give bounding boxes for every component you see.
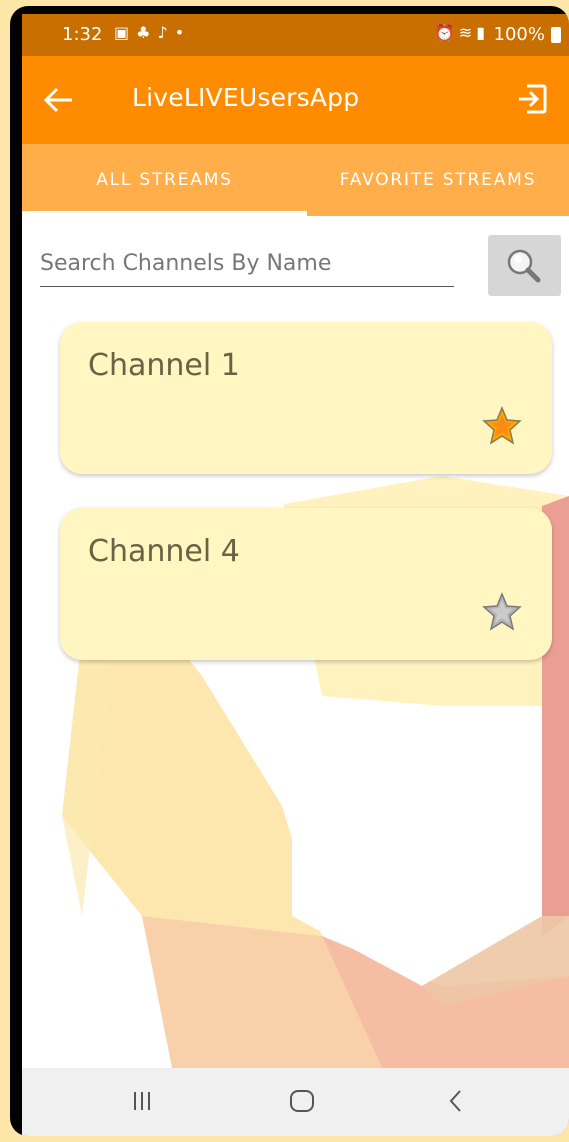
recents-button[interactable] [130, 1088, 154, 1118]
channel-card[interactable]: Channel 4 [60, 508, 552, 660]
search-button[interactable] [488, 235, 561, 296]
recents-icon [134, 1092, 150, 1110]
music-icon: ♪ [157, 23, 175, 42]
app-title: LiveLIVEUsersApp [132, 83, 360, 112]
image-icon: ▣ [114, 23, 137, 42]
tab-favorite-streams[interactable]: FAVORITE STREAMS [307, 144, 569, 216]
status-time: 1:32 [62, 24, 103, 45]
channel-card[interactable]: Channel 1 [60, 322, 552, 474]
stream-tabs: ALL STREAMS FAVORITE STREAMS [22, 144, 569, 216]
home-icon [290, 1090, 314, 1112]
app-bar: LiveLIVEUsersApp [22, 56, 569, 144]
status-right-icons: ⏰≋▮ [435, 23, 489, 42]
logout-icon [519, 84, 547, 114]
dot-icon: • [174, 23, 192, 42]
tab-all-streams[interactable]: ALL STREAMS [22, 144, 307, 216]
notification-icon: ♣ [136, 23, 158, 42]
status-bar: 1:32 ▣♣♪• ⏰≋▮ 100% [22, 14, 569, 56]
search-input[interactable] [40, 242, 454, 284]
back-button[interactable] [42, 84, 78, 116]
channel-name: Channel 4 [88, 534, 240, 569]
alarm-icon: ⏰ [434, 23, 459, 42]
unfavorite-star-icon[interactable] [482, 592, 522, 632]
signal-icon: ▮ [476, 23, 489, 42]
status-left-icons: ▣♣♪• [114, 23, 191, 42]
home-button[interactable] [288, 1088, 316, 1118]
channel-name: Channel 1 [88, 348, 240, 383]
magnifier-icon [507, 249, 541, 283]
system-nav-bar [22, 1068, 569, 1136]
logout-button[interactable] [515, 82, 549, 116]
phone-frame: 1:32 ▣♣♪• ⏰≋▮ 100% LiveLIVEUsersApp ALL … [10, 6, 569, 1136]
battery-level: 100% [493, 24, 545, 45]
search-field [40, 242, 454, 287]
wifi-icon: ≋ [458, 23, 477, 42]
screen: 1:32 ▣♣♪• ⏰≋▮ 100% LiveLIVEUsersApp ALL … [22, 14, 569, 1136]
nav-back-button[interactable] [446, 1088, 466, 1118]
tab-indicator [22, 211, 307, 216]
arrow-left-icon [43, 87, 72, 113]
favorite-star-icon[interactable] [482, 406, 522, 446]
back-icon [449, 1090, 461, 1112]
battery-icon [551, 27, 561, 43]
